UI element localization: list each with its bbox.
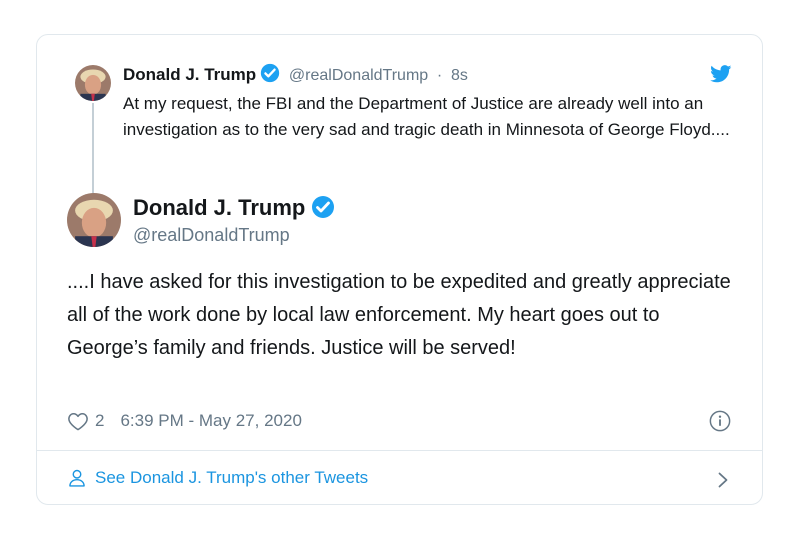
parent-avatar[interactable] bbox=[75, 65, 111, 101]
parent-tweet-text: At my request, the FBI and the Departmen… bbox=[123, 94, 730, 139]
like-count[interactable]: 2 bbox=[95, 411, 104, 431]
heart-icon[interactable] bbox=[67, 411, 89, 431]
see-other-tweets-label[interactable]: See Donald J. Trump's other Tweets bbox=[95, 468, 368, 488]
twitter-bird-icon[interactable] bbox=[710, 65, 732, 83]
parent-author-name[interactable]: Donald J. Trump bbox=[123, 65, 256, 84]
verified-badge-icon bbox=[312, 196, 335, 218]
parent-tweet-header: Donald J. Trump @realDonaldTrump · 8s bbox=[123, 63, 468, 87]
main-author-handle[interactable]: @realDonaldTrump bbox=[133, 223, 290, 247]
person-icon bbox=[69, 469, 85, 487]
main-avatar[interactable] bbox=[67, 193, 121, 247]
parent-author-handle[interactable]: @realDonaldTrump bbox=[289, 67, 428, 84]
main-author-name[interactable]: Donald J. Trump bbox=[133, 195, 305, 220]
main-tweet-text: ....I have asked for this investigation … bbox=[67, 271, 731, 359]
tweet-meta-row: 2 6:39 PM - May 27, 2020 bbox=[67, 409, 302, 433]
embedded-tweet-card: Donald J. Trump @realDonaldTrump · 8s At… bbox=[36, 34, 763, 505]
footer-divider bbox=[37, 450, 762, 451]
verified-badge-icon bbox=[261, 63, 280, 83]
tweet-timestamp[interactable]: 6:39 PM - May 27, 2020 bbox=[120, 411, 301, 431]
chevron-right-icon[interactable] bbox=[717, 472, 729, 488]
parent-tweet-time[interactable]: 8s bbox=[451, 67, 468, 84]
time-separator: · bbox=[436, 67, 443, 84]
main-author-name-row: Donald J. Trump bbox=[133, 194, 335, 222]
see-other-tweets-link[interactable]: See Donald J. Trump's other Tweets bbox=[67, 468, 368, 488]
info-icon[interactable] bbox=[709, 410, 731, 432]
